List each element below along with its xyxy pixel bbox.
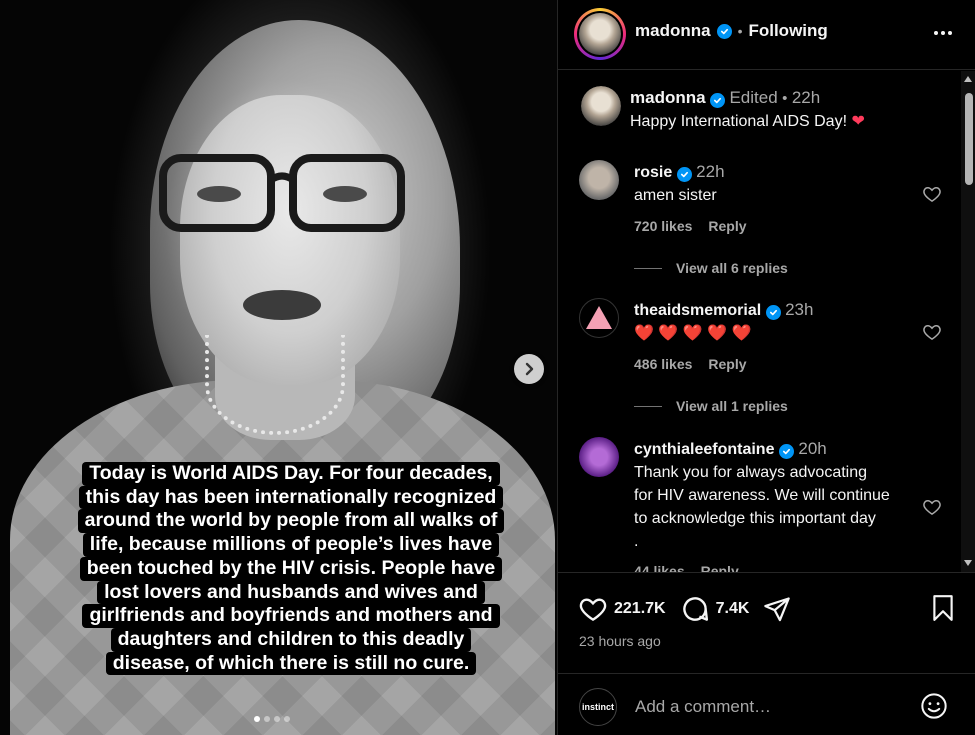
caption-line: been touched by the HIV crisis. People h… xyxy=(79,556,503,581)
chevron-right-icon xyxy=(525,362,534,376)
author-username[interactable]: madonna xyxy=(635,21,711,41)
photo-glasses xyxy=(159,154,405,232)
verified-badge-icon xyxy=(676,167,692,182)
comments-count[interactable]: 7.4K xyxy=(716,600,750,618)
comment-bubble-icon[interactable] xyxy=(680,594,710,624)
more-horizontal-icon xyxy=(934,31,952,35)
comment-text-line: to acknowledge this important day xyxy=(634,510,876,527)
comment-time[interactable]: 20h xyxy=(798,439,826,458)
comments-scrollbar[interactable] xyxy=(961,71,975,572)
view-replies-label: View all 1 replies xyxy=(676,398,788,414)
view-replies-label: View all 6 replies xyxy=(676,260,788,276)
carousel-dot xyxy=(264,716,270,722)
next-slide-button[interactable] xyxy=(514,354,544,384)
comment-username[interactable]: rosie xyxy=(634,164,672,181)
caption-line: this day has been internationally recogn… xyxy=(78,485,504,510)
scroll-up-arrow-icon[interactable] xyxy=(964,76,972,82)
commenter-avatar[interactable] xyxy=(579,437,619,477)
post-header: madonna • Following xyxy=(558,0,975,70)
comments-list[interactable]: madonna Edited • 22h Happy International… xyxy=(558,70,962,572)
add-comment-input[interactable] xyxy=(635,692,915,722)
like-heart-icon[interactable] xyxy=(578,594,608,624)
heart-outline-icon xyxy=(923,324,941,340)
caption-text: Happy International AIDS Day! xyxy=(630,113,852,130)
caption-line: Today is World AIDS Day. For four decade… xyxy=(82,462,500,486)
image-caption: Today is World AIDS Day. For four decade… xyxy=(46,462,536,676)
comment-text-line: . xyxy=(634,533,639,550)
like-comment-button[interactable] xyxy=(922,497,942,522)
header-separator: • xyxy=(737,23,743,39)
comment-text: ❤️ ❤️ ❤️ ❤️ ❤️ xyxy=(634,325,752,342)
verified-badge-icon xyxy=(710,93,726,108)
reply-button[interactable]: Reply xyxy=(701,563,739,572)
carousel-dot xyxy=(274,716,280,722)
commenter-avatar[interactable] xyxy=(579,298,619,338)
caption-line: life, because millions of people’s lives… xyxy=(82,533,500,557)
edited-label: Edited xyxy=(729,88,778,107)
like-comment-button[interactable] xyxy=(922,322,942,347)
caption-line: lost lovers and husbands and wives and xyxy=(97,580,485,605)
comment-username[interactable]: theaidsmemorial xyxy=(634,302,761,319)
comment-text: amen sister xyxy=(634,187,717,204)
comment-likes[interactable]: 720 likes xyxy=(634,218,692,234)
scrollbar-thumb[interactable] xyxy=(965,93,973,185)
comment-likes[interactable]: 44 likes xyxy=(634,563,685,572)
photo-lips xyxy=(243,290,321,320)
post-footer: 221.7K 7.4K 23 hours ago instinct xyxy=(558,572,975,735)
verified-badge-icon xyxy=(716,23,732,39)
verified-badge-icon xyxy=(765,305,781,320)
reply-button[interactable]: Reply xyxy=(708,218,746,234)
smiley-icon xyxy=(921,693,947,719)
reply-button[interactable]: Reply xyxy=(708,356,746,372)
heart-emoji: ❤ xyxy=(851,113,865,130)
author-avatar-small[interactable] xyxy=(581,86,621,126)
comment-time[interactable]: 23h xyxy=(785,300,813,319)
caption-line: girlfriends and boyfriends and mothers a… xyxy=(82,604,500,628)
carousel-dot xyxy=(284,716,290,722)
comment-username[interactable]: cynthialeefontaine xyxy=(634,441,774,458)
post-media[interactable]: Today is World AIDS Day. For four decade… xyxy=(0,0,557,735)
caption-line: daughters and children to this deadly xyxy=(110,627,472,652)
comment-time[interactable]: 22h xyxy=(696,162,724,181)
view-replies-button[interactable]: View all 1 replies xyxy=(634,398,788,414)
emoji-button[interactable] xyxy=(920,692,948,725)
comment-text-line: Thank you for always advocating xyxy=(634,464,868,481)
meta-dot: • xyxy=(782,90,788,107)
comment-text-line: for HIV awareness. We will continue xyxy=(634,487,890,504)
verified-badge-icon xyxy=(778,444,794,459)
following-button[interactable]: Following xyxy=(748,21,827,41)
post-side-panel: madonna • Following madonna Edited • 22h… xyxy=(557,0,975,735)
my-avatar[interactable]: instinct xyxy=(579,688,617,726)
save-button[interactable] xyxy=(930,594,956,627)
caption-line: disease, of which there is still no cure… xyxy=(105,651,477,676)
photo-necklace xyxy=(205,335,345,435)
like-comment-button[interactable] xyxy=(922,184,942,209)
heart-outline-icon xyxy=(923,499,941,515)
view-replies-button[interactable]: View all 6 replies xyxy=(634,260,788,276)
author-avatar[interactable] xyxy=(574,8,626,60)
share-send-icon[interactable] xyxy=(763,595,791,623)
commenter-avatar[interactable] xyxy=(579,160,619,200)
heart-outline-icon xyxy=(923,186,941,202)
bookmark-icon xyxy=(933,595,953,621)
more-options-button[interactable] xyxy=(932,22,954,49)
comment-likes[interactable]: 486 likes xyxy=(634,356,692,372)
scroll-down-arrow-icon[interactable] xyxy=(964,560,972,566)
aids-memorial-logo-icon xyxy=(586,306,612,329)
carousel-indicator xyxy=(254,716,290,722)
add-comment-bar: instinct xyxy=(558,673,975,735)
carousel-dot xyxy=(254,716,260,722)
caption-line: around the world by people from all walk… xyxy=(77,509,505,534)
comment-time[interactable]: 22h xyxy=(792,88,820,107)
comment-username[interactable]: madonna xyxy=(630,88,706,107)
post-timestamp[interactable]: 23 hours ago xyxy=(579,633,661,649)
likes-count[interactable]: 221.7K xyxy=(614,600,666,618)
